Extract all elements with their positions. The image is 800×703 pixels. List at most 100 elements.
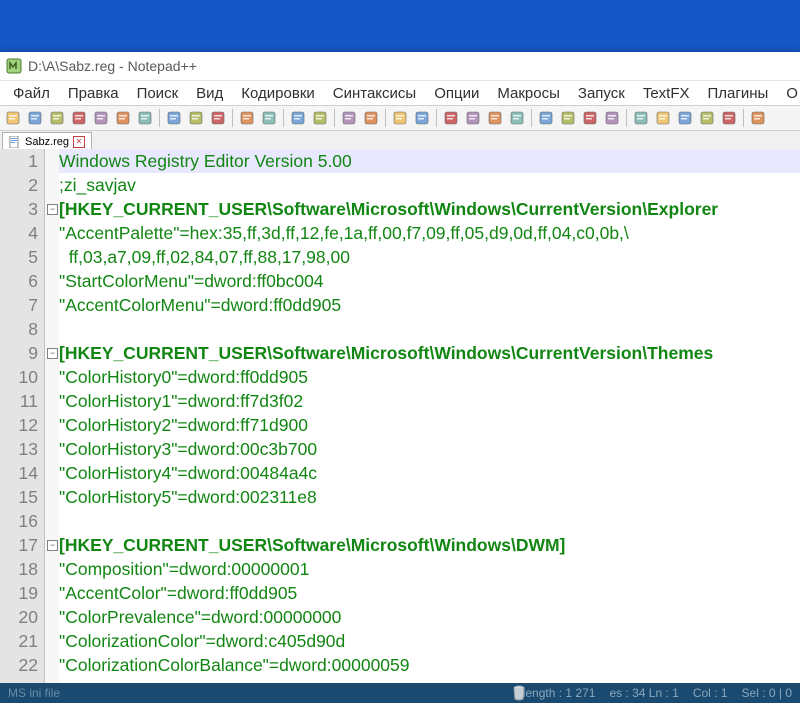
code-area[interactable]: Windows Registry Editor Version 5.00;zi_… bbox=[59, 149, 800, 683]
menu-поиск[interactable]: Поиск bbox=[128, 83, 188, 104]
code-editor[interactable]: 12345678910111213141516171819202122 −−− … bbox=[0, 149, 800, 683]
wrap-icon[interactable] bbox=[441, 108, 461, 128]
menu-о[interactable]: О bbox=[777, 83, 800, 104]
menu-запуск[interactable]: Запуск bbox=[569, 83, 634, 104]
status-length: length : 1 271 bbox=[523, 686, 596, 700]
code-line: "ColorizationColorBalance"=dword:0000005… bbox=[59, 653, 800, 677]
code-line: [HKEY_CURRENT_USER\Software\Microsoft\Wi… bbox=[59, 341, 800, 365]
menu-textfx[interactable]: TextFX bbox=[634, 83, 699, 104]
find-icon[interactable] bbox=[288, 108, 308, 128]
trash-icon bbox=[510, 684, 528, 702]
monitor-icon[interactable] bbox=[602, 108, 622, 128]
spellcheck-icon[interactable] bbox=[748, 108, 768, 128]
code-line: [HKEY_CURRENT_USER\Software\Microsoft\Wi… bbox=[59, 533, 800, 557]
func-list-icon[interactable] bbox=[580, 108, 600, 128]
line-number: 16 bbox=[0, 509, 38, 533]
new-file-icon[interactable] bbox=[3, 108, 23, 128]
play-multi-icon[interactable] bbox=[697, 108, 717, 128]
status-col: Col : 1 bbox=[693, 686, 728, 700]
undo-icon[interactable] bbox=[237, 108, 257, 128]
window-title: D:\A\Sabz.reg - Notepad++ bbox=[28, 58, 197, 74]
line-number: 13 bbox=[0, 437, 38, 461]
save-all-icon[interactable] bbox=[69, 108, 89, 128]
toolbar-separator bbox=[334, 109, 335, 127]
line-number: 1 bbox=[0, 149, 38, 173]
status-lines: es : 34 Ln : 1 bbox=[609, 686, 678, 700]
show-chars-icon[interactable] bbox=[463, 108, 483, 128]
save-macro-icon[interactable] bbox=[719, 108, 739, 128]
line-number: 2 bbox=[0, 173, 38, 197]
cut-icon[interactable] bbox=[164, 108, 184, 128]
close-icon[interactable]: ✕ bbox=[73, 136, 85, 148]
menu-синтаксисы[interactable]: Синтаксисы bbox=[324, 83, 425, 104]
code-line: [HKEY_CURRENT_USER\Software\Microsoft\Wi… bbox=[59, 197, 800, 221]
doc-map-icon[interactable] bbox=[558, 108, 578, 128]
zoom-out-icon[interactable] bbox=[361, 108, 381, 128]
status-sel: Sel : 0 | 0 bbox=[742, 686, 792, 700]
sync-h-icon[interactable] bbox=[412, 108, 432, 128]
line-number: 3 bbox=[0, 197, 38, 221]
code-line: "AccentColorMenu"=dword:ff0dd905 bbox=[59, 293, 800, 317]
stop-macro-icon[interactable] bbox=[653, 108, 673, 128]
line-number: 18 bbox=[0, 557, 38, 581]
line-number: 17 bbox=[0, 533, 38, 557]
lang-icon[interactable] bbox=[507, 108, 527, 128]
tab-label: Sabz.reg bbox=[25, 136, 69, 148]
code-line: "Composition"=dword:00000001 bbox=[59, 557, 800, 581]
menu-макросы[interactable]: Макросы bbox=[488, 83, 569, 104]
line-number: 5 bbox=[0, 245, 38, 269]
toolbar-separator bbox=[283, 109, 284, 127]
line-number: 6 bbox=[0, 269, 38, 293]
toolbar-separator bbox=[159, 109, 160, 127]
close-icon[interactable] bbox=[91, 108, 111, 128]
line-number: 7 bbox=[0, 293, 38, 317]
indent-guide-icon[interactable] bbox=[485, 108, 505, 128]
code-line: "ColorHistory3"=dword:00c3b700 bbox=[59, 437, 800, 461]
code-line: ff,03,a7,09,ff,02,84,07,ff,88,17,98,00 bbox=[59, 245, 800, 269]
menu-опции[interactable]: Опции bbox=[425, 83, 488, 104]
code-line: "AccentColor"=dword:ff0dd905 bbox=[59, 581, 800, 605]
status-bar: MS ini file length : 1 271 es : 34 Ln : … bbox=[0, 683, 800, 703]
print-icon[interactable] bbox=[135, 108, 155, 128]
app-icon bbox=[6, 58, 22, 74]
line-gutter: 12345678910111213141516171819202122 bbox=[0, 149, 45, 683]
fold-column: − − − bbox=[45, 149, 59, 683]
line-number: 12 bbox=[0, 413, 38, 437]
line-number: 10 bbox=[0, 365, 38, 389]
replace-icon[interactable] bbox=[310, 108, 330, 128]
code-line: "ColorHistory2"=dword:ff71d900 bbox=[59, 413, 800, 437]
code-line: Windows Registry Editor Version 5.00 bbox=[59, 149, 800, 173]
menu-вид[interactable]: Вид bbox=[187, 83, 232, 104]
fold-toggle[interactable]: − bbox=[47, 204, 58, 215]
toolbar-separator bbox=[743, 109, 744, 127]
open-file-icon[interactable] bbox=[25, 108, 45, 128]
title-bar[interactable]: D:\A\Sabz.reg - Notepad++ bbox=[0, 52, 800, 80]
menu-правка[interactable]: Правка bbox=[59, 83, 128, 104]
folder-icon[interactable] bbox=[536, 108, 556, 128]
code-line: "ColorPrevalence"=dword:00000000 bbox=[59, 605, 800, 629]
close-all-icon[interactable] bbox=[113, 108, 133, 128]
line-number: 19 bbox=[0, 581, 38, 605]
save-icon[interactable] bbox=[47, 108, 67, 128]
sync-v-icon[interactable] bbox=[390, 108, 410, 128]
fold-toggle[interactable]: − bbox=[47, 348, 58, 359]
menu-файл[interactable]: Файл bbox=[4, 83, 59, 104]
code-line: "ColorHistory0"=dword:ff0dd905 bbox=[59, 365, 800, 389]
play-macro-icon[interactable] bbox=[675, 108, 695, 128]
redo-icon[interactable] bbox=[259, 108, 279, 128]
line-number: 4 bbox=[0, 221, 38, 245]
menu-bar: ФайлПравкаПоискВидКодировкиСинтаксисыОпц… bbox=[0, 80, 800, 105]
menu-плагины[interactable]: Плагины bbox=[699, 83, 778, 104]
code-line: "StartColorMenu"=dword:ff0bc004 bbox=[59, 269, 800, 293]
fold-toggle[interactable]: − bbox=[47, 540, 58, 551]
zoom-in-icon[interactable] bbox=[339, 108, 359, 128]
code-line: "ColorHistory1"=dword:ff7d3f02 bbox=[59, 389, 800, 413]
paste-icon[interactable] bbox=[208, 108, 228, 128]
menu-кодировки[interactable]: Кодировки bbox=[232, 83, 323, 104]
app-window: D:\A\Sabz.reg - Notepad++ ФайлПравкаПоис… bbox=[0, 52, 800, 703]
code-line bbox=[59, 509, 800, 533]
copy-icon[interactable] bbox=[186, 108, 206, 128]
record-macro-icon[interactable] bbox=[631, 108, 651, 128]
file-icon bbox=[9, 136, 21, 148]
line-number: 11 bbox=[0, 389, 38, 413]
